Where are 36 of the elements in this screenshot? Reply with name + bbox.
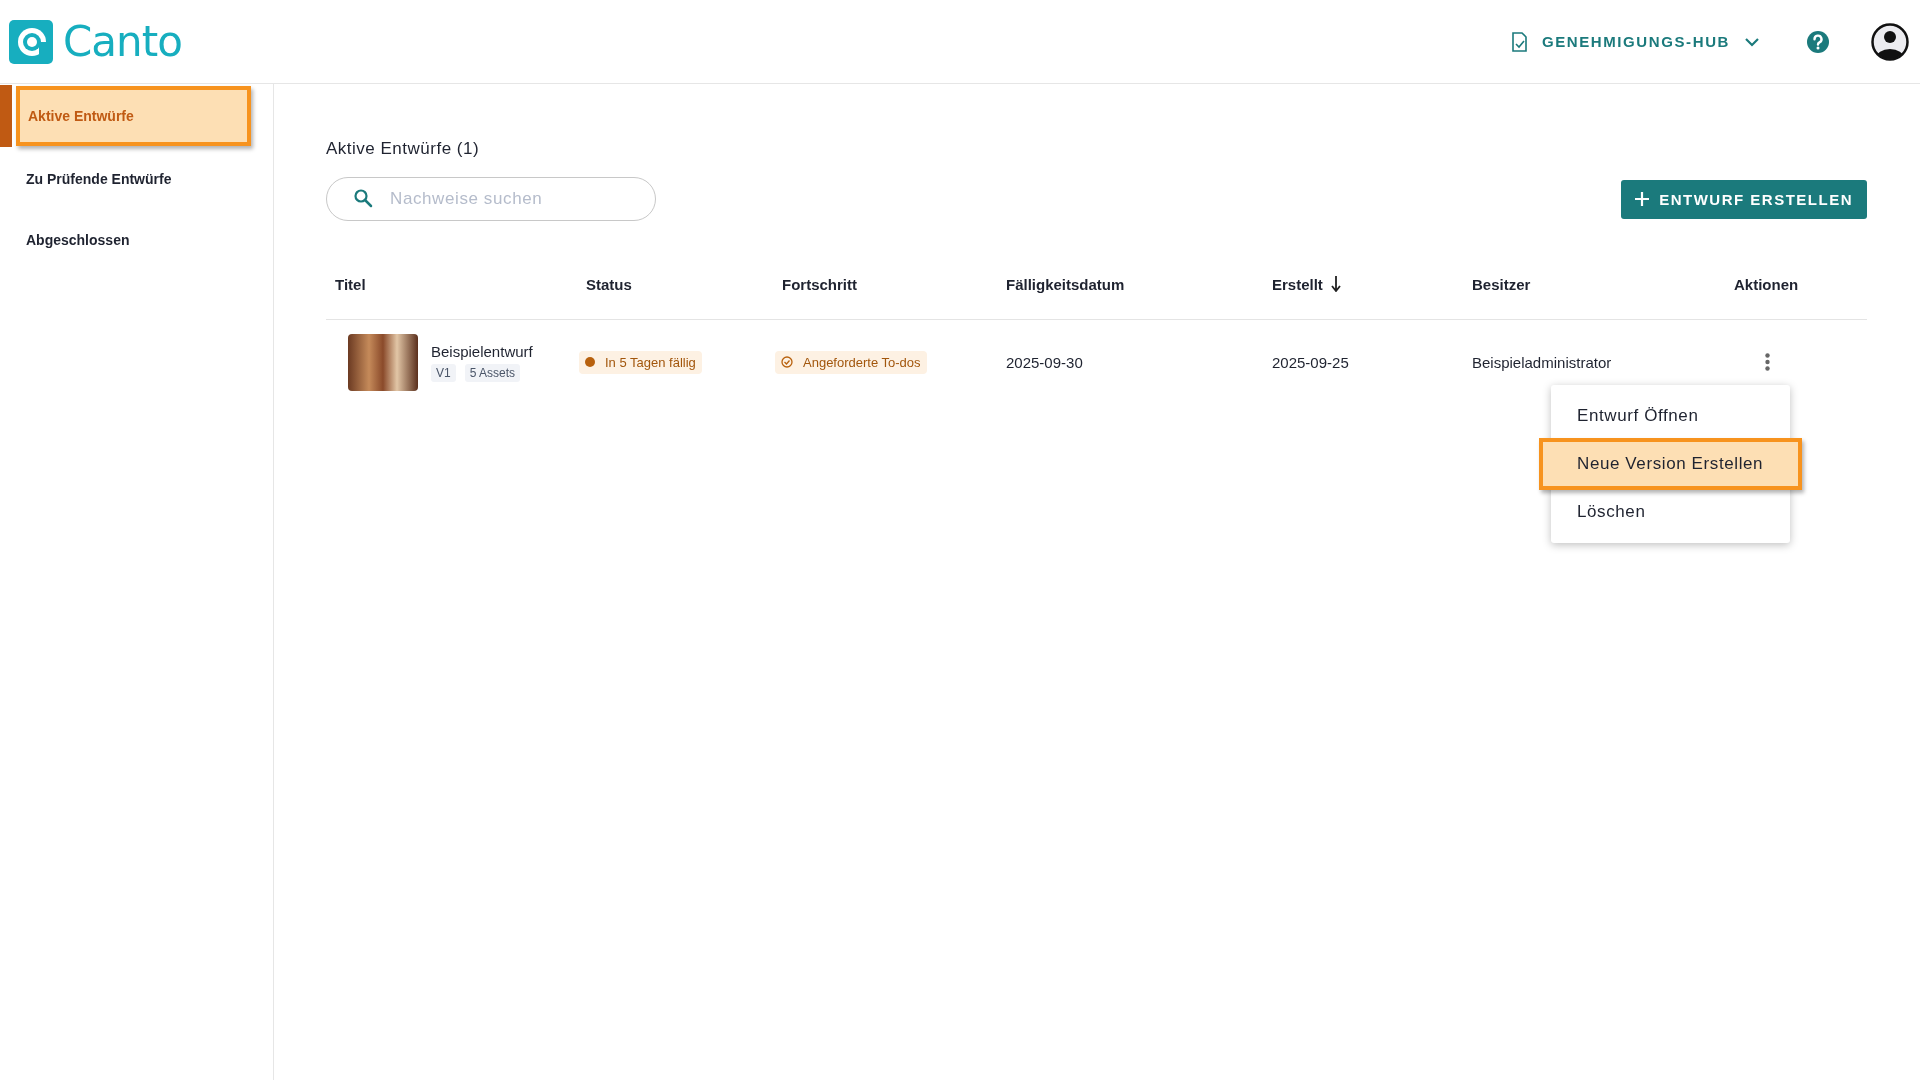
- menu-item[interactable]: Neue Version Erstellen: [1539, 438, 1802, 490]
- due-date: 2025-09-30: [1006, 353, 1083, 371]
- draft-title[interactable]: Beispielentwurf: [431, 342, 533, 360]
- column-header[interactable]: Erstellt: [1263, 275, 1341, 293]
- help-icon[interactable]: [1806, 29, 1830, 54]
- status-dot-icon: [585, 357, 595, 367]
- menu-item[interactable]: Löschen: [1551, 490, 1790, 534]
- plus-icon: [1635, 192, 1650, 206]
- page-title: Aktive Entwürfe (1): [326, 139, 481, 159]
- document-check-icon: [1510, 31, 1528, 52]
- sidebar-item[interactable]: Abgeschlossen: [0, 209, 273, 270]
- avatar-icon[interactable]: [1870, 21, 1910, 62]
- chevron-down-icon: [1744, 36, 1760, 47]
- assets-tag: 5 Assets: [464, 363, 521, 382]
- column-header: Fortschritt: [781, 275, 857, 293]
- active-indicator: [0, 85, 12, 147]
- progress-chip: Angeforderte To-dos: [775, 350, 927, 374]
- created-date: 2025-09-25: [1272, 353, 1349, 371]
- column-header: Besitzer: [1471, 275, 1531, 293]
- menu-item[interactable]: Entwurf Öffnen: [1551, 394, 1790, 438]
- search-field[interactable]: Nachweise suchen: [326, 177, 656, 221]
- column-header: Aktionen: [1733, 275, 1799, 293]
- owner-name: Beispieladministrator: [1472, 353, 1612, 371]
- column-header: Titel: [334, 275, 366, 293]
- column-header: Status: [585, 275, 632, 293]
- check-circle-icon: [781, 356, 793, 368]
- create-draft-button[interactable]: ENTWURF ERSTELLEN: [1621, 179, 1867, 219]
- logo-text: Canto: [63, 17, 182, 66]
- hub-menu-button[interactable]: GENEHMIGUNGS-HUB: [1510, 31, 1760, 52]
- column-header: Fälligkeitsdatum: [1005, 275, 1125, 293]
- version-tag: V1: [431, 363, 456, 382]
- sidebar-item[interactable]: Zu Prüfende Entwürfe: [0, 148, 273, 209]
- status-chip: In 5 Tagen fällig: [579, 350, 702, 374]
- photo-placeholder: [348, 333, 418, 391]
- more-vertical-icon: [1765, 353, 1770, 371]
- logo-icon: [9, 19, 53, 64]
